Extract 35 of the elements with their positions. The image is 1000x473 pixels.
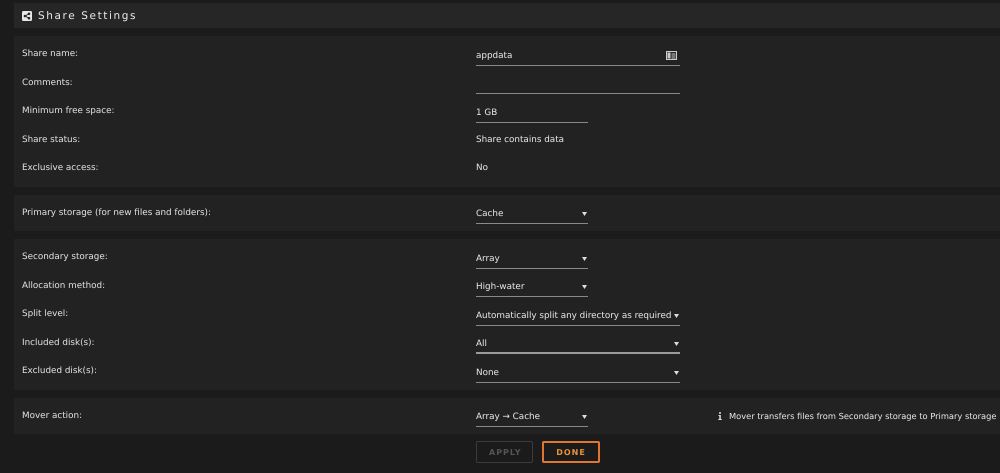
caret-icon [674,342,679,346]
field-label: Split level: [22,309,70,320]
dropdown[interactable]: Cache [476,205,588,224]
field-label: Exclusive access: [22,163,100,174]
field-label: Share name: [22,49,80,60]
done-button[interactable]: DONE [542,441,600,463]
field-label: Allocation method: [22,280,106,291]
field-label: Comments: [22,78,74,88]
field-label: Included disk(s): [22,338,96,348]
dropdown[interactable]: High-water [476,278,588,298]
caret-icon [582,256,587,261]
field-label: Share status: [22,134,82,145]
dropdown[interactable]: All [476,335,680,354]
caret-icon [582,415,587,420]
caret-icon [582,212,587,216]
share-icon [22,10,32,20]
info-icon [718,412,722,420]
field-label: Excluded disk(s): [22,366,98,376]
dropdown[interactable]: Automatically split any directory as required [476,306,680,326]
text-field[interactable]: appdata [476,46,680,66]
caret-icon [582,285,587,290]
help-text: Mover transfers files from Secondary storage to Primary storage [729,410,996,421]
dropdown[interactable]: Array [476,250,588,269]
text-field[interactable]: 1 GB [476,104,588,123]
panel-title: Share Settings [38,10,138,22]
dropdown[interactable]: None [476,364,680,383]
caret-icon [674,314,679,318]
field-value: Share contains data [476,134,564,145]
field-label: Minimum free space: [22,106,116,116]
field-value: No [476,163,488,174]
field-label: Primary storage (for new files and folders): [22,208,212,218]
field-label: Mover action: [22,410,84,421]
caret-icon [674,370,679,375]
field-label: Secondary storage: [22,252,109,262]
dropdown[interactable]: Array → Cache [476,408,588,428]
